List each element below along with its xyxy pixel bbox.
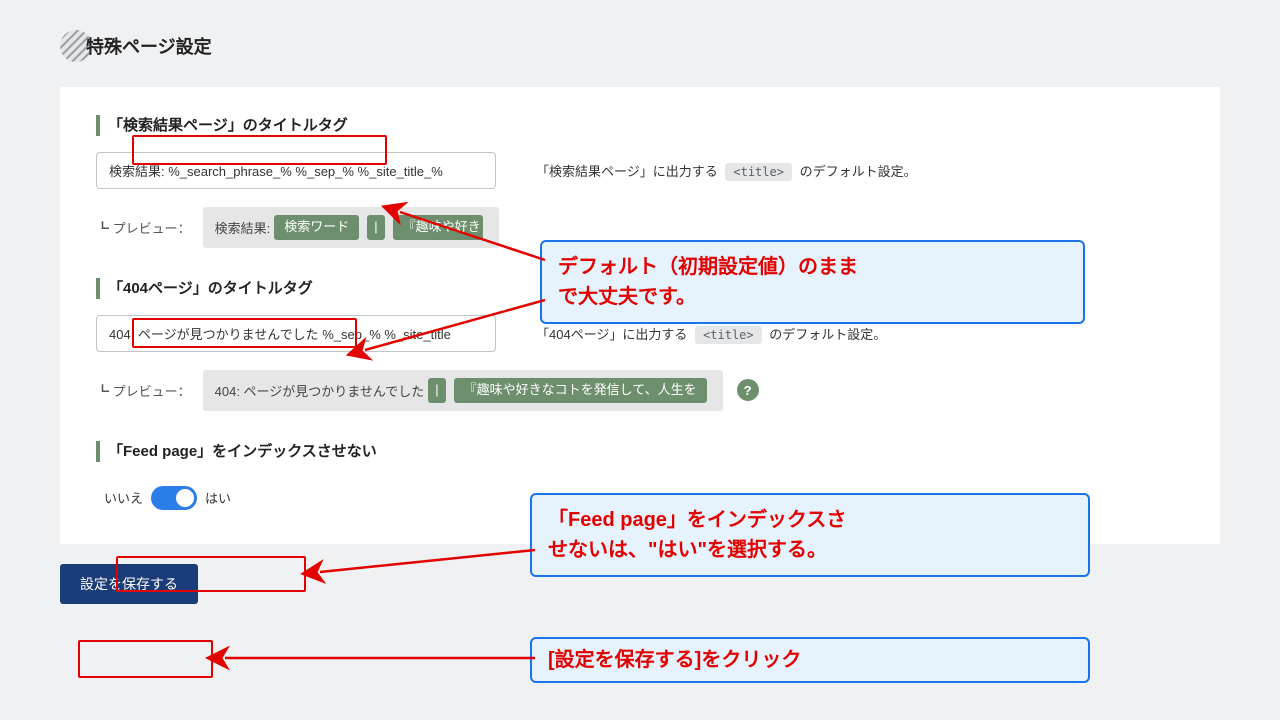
save-button[interactable]: 設定を保存する xyxy=(60,564,198,604)
settings-card: 「検索結果ページ」のタイトルタグ 「検索結果ページ」に出力する <title> … xyxy=(60,87,1220,544)
badge-site-title: 『趣味や好きなコトを発信して、人生を xyxy=(454,378,707,403)
help-text-pre: 「404ページ」に出力する xyxy=(536,327,687,342)
search-title-input[interactable] xyxy=(96,152,496,189)
help-text-post: のデフォルト設定。 xyxy=(800,164,917,179)
badge-search-word: 検索ワード xyxy=(274,215,359,240)
help-text-post: のデフォルト設定。 xyxy=(769,327,886,342)
toggle-knob-icon xyxy=(176,489,194,507)
section-label-404-title: 「404ページ」のタイトルタグ xyxy=(96,278,313,299)
page-title: 特殊ページ設定 xyxy=(86,33,212,59)
preview-box: 404: ページが見つかりませんでした | 『趣味や好きなコトを発信して、人生を xyxy=(203,370,723,411)
section-label-feed-noindex: 「Feed page」をインデックスさせない xyxy=(96,441,377,462)
preview-prefix: 検索結果: xyxy=(215,218,271,237)
question-icon[interactable]: ? xyxy=(737,379,759,401)
help-text-pre: 「検索結果ページ」に出力する xyxy=(536,164,718,179)
badge-separator: | xyxy=(428,378,445,403)
toggle-yes-label: はい xyxy=(205,488,231,507)
badge-site-title-trunc: 『趣味や好き xyxy=(393,215,483,240)
section-label-search-title: 「検索結果ページ」のタイトルタグ xyxy=(96,115,348,136)
code-tag: <title> xyxy=(725,163,792,181)
feed-noindex-toggle[interactable] xyxy=(151,486,197,510)
preview-prefix: 404: ページが見つかりませんでした xyxy=(215,381,425,400)
preview-label: ┗ プレビュー： xyxy=(96,381,191,400)
highlight-box-save-button xyxy=(78,640,213,678)
preview-box: 検索結果: 検索ワード | 『趣味や好き xyxy=(203,207,499,248)
page-header: 特殊ページ設定 xyxy=(60,30,1220,62)
toggle-no-label: いいえ xyxy=(104,488,143,507)
code-tag: <title> xyxy=(695,326,762,344)
callout-line: [設定を保存する]をクリック xyxy=(548,649,801,671)
404-title-help: 「404ページ」に出力する <title> のデフォルト設定。 xyxy=(536,324,886,343)
404-title-input[interactable] xyxy=(96,315,496,352)
preview-label: ┗ プレビュー： xyxy=(96,218,191,237)
search-title-help: 「検索結果ページ」に出力する <title> のデフォルト設定。 xyxy=(536,161,917,180)
feed-noindex-toggle-block: いいえ はい xyxy=(96,486,1184,510)
badge-separator: | xyxy=(367,215,384,240)
search-title-preview-row: ┗ プレビュー： 検索結果: 検索ワード | 『趣味や好き xyxy=(96,207,1184,248)
callout-save-click: [設定を保存する]をクリック xyxy=(530,637,1090,683)
404-title-preview-row: ┗ プレビュー： 404: ページが見つかりませんでした | 『趣味や好きなコト… xyxy=(96,370,1184,411)
